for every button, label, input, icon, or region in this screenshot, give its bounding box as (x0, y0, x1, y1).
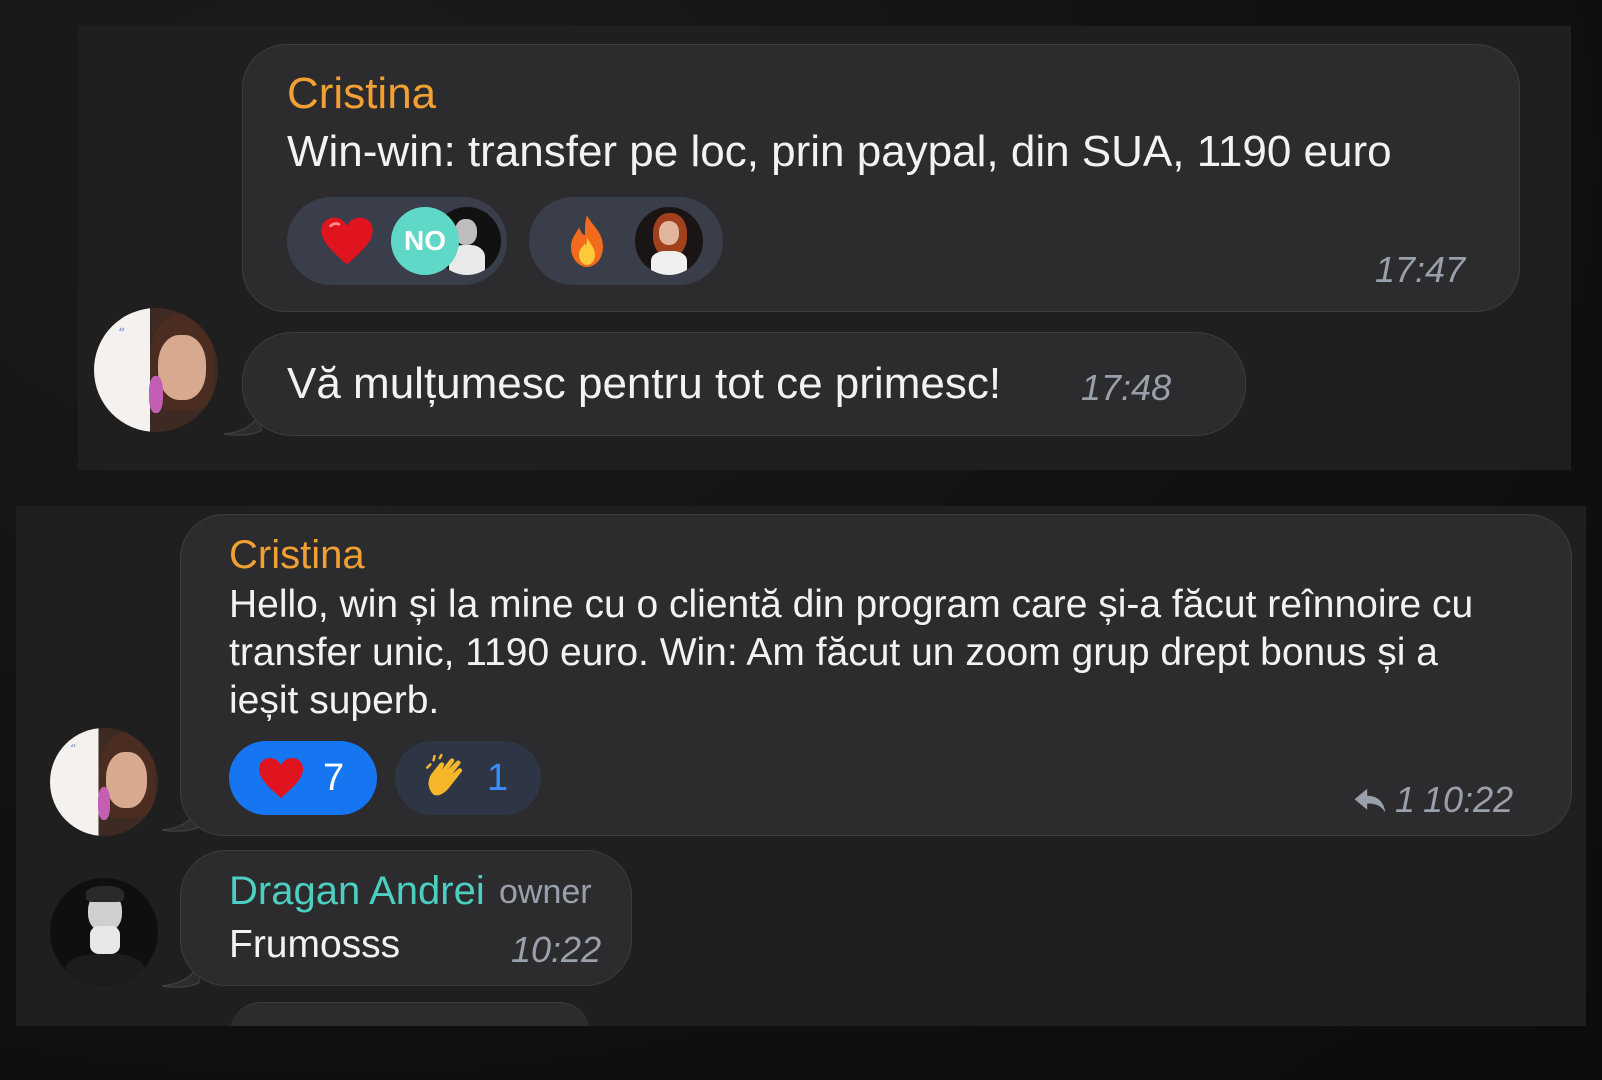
message-line-1: Hello, win și la mine cu o clientă din p… (229, 583, 1474, 626)
message-bubble[interactable]: Cristina Hello, win și la mine cu o clie… (180, 514, 1572, 836)
message-bubble[interactable]: Cristina Win-win: transfer pe loc, prin … (242, 44, 1520, 312)
message-bubble[interactable]: Dragan Andrei owner Frumosss 10:22 (180, 850, 632, 986)
reaction-fire[interactable] (529, 197, 723, 285)
message-time: 10:22 (1423, 779, 1514, 820)
heart-emoji-icon (321, 217, 373, 265)
heart-emoji-icon (259, 758, 303, 798)
reaction-count: 1 (487, 757, 509, 799)
message-time: 17:48 (1081, 367, 1172, 408)
message-bubble[interactable]: Vă mulțumesc pentru tot ce primesc! 17:4… (242, 332, 1246, 436)
message-text: Win-win: transfer pe loc, prin paypal, d… (287, 127, 1392, 176)
cristina-avatar[interactable]: “ (94, 308, 218, 432)
reply-count: 1 (1395, 779, 1416, 820)
reaction-count: 7 (323, 757, 345, 799)
no-badge-avatar: NO (391, 207, 459, 275)
message-time: 17:47 (1375, 249, 1466, 290)
message-time: 10:22 (511, 929, 602, 970)
sender-name[interactable]: Cristina (229, 533, 365, 578)
message-line-2: transfer unic, 1190 euro. Win: Am făcut … (229, 631, 1438, 674)
clap-emoji-icon (426, 753, 463, 796)
reaction-heart[interactable]: NO (287, 197, 507, 285)
message-text: Frumosss (229, 923, 401, 966)
message-line-3: ieșit superb. (229, 679, 440, 722)
chat-panel-top: Cristina Win-win: transfer pe loc, prin … (78, 26, 1571, 470)
fire-emoji-icon (571, 215, 603, 267)
chat-panel-bottom: Cristina Hello, win și la mine cu o clie… (16, 506, 1586, 1026)
reaction-clap-count[interactable]: 1 (395, 741, 541, 815)
sender-name[interactable]: Cristina (287, 69, 436, 119)
reply-arrow-icon (1354, 788, 1386, 813)
dragan-avatar[interactable] (50, 878, 158, 986)
reply-info[interactable]: 1 10:22 (1353, 779, 1513, 821)
cristina-avatar[interactable]: “ (50, 728, 158, 836)
next-message-edge (230, 1002, 590, 1026)
reaction-heart-count[interactable]: 7 (229, 741, 377, 815)
sender-name[interactable]: Dragan Andrei (229, 869, 485, 914)
woman-avatar (635, 207, 703, 275)
owner-tag: owner (499, 873, 592, 911)
message-text: Vă mulțumesc pentru tot ce primesc! (287, 359, 1002, 408)
